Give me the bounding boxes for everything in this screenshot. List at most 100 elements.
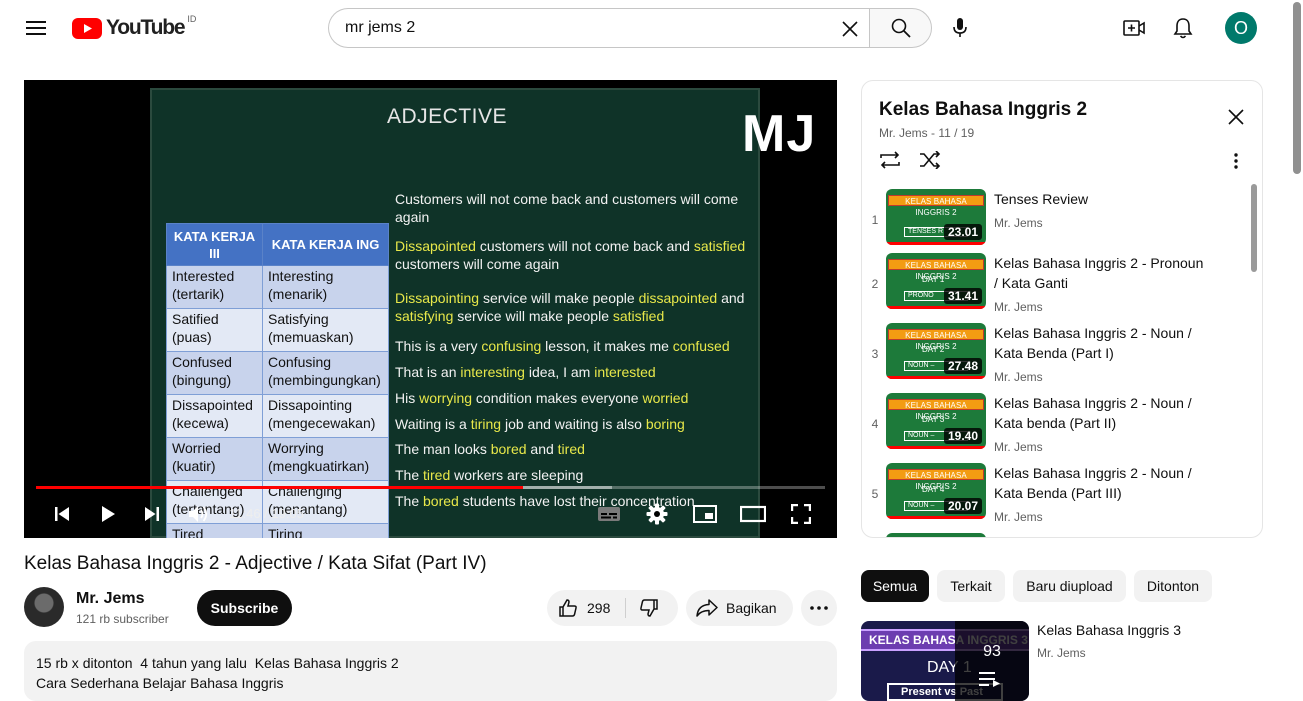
list-item[interactable]: 2 KELAS BAHASA INGGRIS 2 DAY 1 PRONO 31.41 Ke… (862, 253, 1247, 317)
cell-word: Interested (172, 268, 235, 284)
voice-search-icon[interactable] (944, 12, 976, 44)
thumb-day-text: DAY 4 (922, 485, 945, 494)
channel-name[interactable]: Mr. Jems (76, 590, 144, 608)
upload-age: 4 tahun yang lalu (140, 655, 247, 671)
top-header: YouTube ID O (0, 0, 1303, 56)
search-icon (891, 18, 911, 38)
playlist-item-channel[interactable]: Mr. Jems (994, 213, 1204, 233)
table-cell: Confused (bingung) (166, 351, 263, 395)
description-text: Cara Sederhana Belajar Bahasa Inggris (36, 675, 284, 691)
filter-chip[interactable]: Ditonton (1134, 570, 1212, 602)
loop-playlist-icon[interactable] (876, 147, 904, 173)
slide-sentence: This is a very confusing lesson, it make… (395, 338, 730, 354)
playlist-item-channel[interactable]: Mr. Jems (994, 507, 1204, 527)
cell-word: Satisfying (268, 311, 329, 327)
cell-word: Confusing (268, 354, 332, 370)
playlist-video-count: 93 (983, 643, 1001, 660)
playlist-scrollbar[interactable] (1251, 184, 1257, 272)
next-icon[interactable] (138, 500, 166, 528)
volume-icon[interactable] (184, 500, 214, 528)
share-icon (696, 597, 718, 619)
table-cell: Satisfying (memuaskan) (262, 308, 389, 352)
close-playlist-icon[interactable] (1224, 105, 1248, 129)
list-item[interactable]: 5 KELAS BAHASA INGGRIS 2 DAY 4 NOUN –20.07 K… (862, 463, 1247, 527)
menu-icon[interactable] (20, 12, 52, 44)
subscribe-button[interactable]: Subscribe (197, 590, 292, 626)
video-thumbnail[interactable]: KELAS BAHASA INGGRIS 2 DAY 1 PRONO 31.41 (886, 253, 986, 309)
like-count[interactable]: 298 (587, 600, 610, 616)
video-thumbnail[interactable]: KELAS BAHASA INGGRIS 2 DAY 3 NOUN –19.40 (886, 393, 986, 449)
video-thumbnail[interactable]: KELAS BAHASA INGGRIS 2 DAY 4 NOUN –20.07 (886, 463, 986, 519)
thumb-band-text: KELAS BAHASA INGGRIS 2 (888, 329, 984, 351)
cell-word: Dissapointing (268, 397, 353, 413)
slide-title: ADJECTIVE (386, 105, 508, 128)
table-cell: Dissapointed (kecewa) (166, 394, 263, 438)
filter-chip[interactable]: Terkait (937, 570, 1005, 602)
recommended-thumbnail[interactable]: KELAS BAHASA INGGRIS 3 DAY 1 Present vs … (861, 621, 1029, 701)
subtitles-icon[interactable] (594, 500, 624, 528)
playlist-item-text: Kelas Bahasa Inggris 2 - Noun / Kata Ben… (994, 323, 1204, 387)
cell-translation: (tertarik) (172, 286, 225, 302)
video-thumbnail[interactable]: KELAS BAHASA INGGRIS 2 TENSES R 23.01 (886, 189, 986, 245)
create-video-icon[interactable] (1118, 12, 1150, 44)
like-icon[interactable] (557, 597, 579, 619)
table-row: Satified (puas) Satisfying (memuaskan) (166, 308, 389, 352)
playlist-item-title[interactable]: Kelas Bahasa Inggris 2 - Noun / Kata ben… (994, 393, 1204, 433)
filter-chip[interactable]: Baru diupload (1013, 570, 1126, 602)
playlist-item-title[interactable]: Kelas Bahasa Inggris 2 - Noun / Kata Ben… (994, 463, 1204, 503)
slide-sentence: The tired workers are sleeping (395, 467, 584, 483)
previous-icon[interactable] (48, 500, 76, 528)
dislike-icon[interactable] (638, 597, 660, 619)
playlist-item-channel[interactable]: Mr. Jems (994, 367, 1204, 387)
video-player[interactable]: ADJECTIVE MJ KATA KERJA III KATA KERJA I… (24, 80, 837, 538)
search-input[interactable] (345, 19, 825, 37)
cell-translation: (menarik) (268, 286, 328, 302)
share-button[interactable]: Bagikan (686, 590, 793, 626)
miniplayer-icon[interactable] (690, 500, 720, 528)
slide-sentence: That is an interesting idea, I am intere… (395, 364, 656, 380)
playlist-item-channel[interactable]: Mr. Jems (994, 437, 1204, 457)
notifications-bell-icon[interactable] (1167, 12, 1199, 44)
playlist-overlay (955, 621, 1029, 701)
video-duration: 23.01 (943, 224, 982, 240)
playlist-more-icon[interactable] (1224, 149, 1248, 173)
playlist-item-channel[interactable]: Mr. Jems (994, 297, 1204, 317)
search-button[interactable] (869, 8, 932, 48)
playlist-link[interactable]: Kelas Bahasa Inggris 2 (255, 655, 399, 671)
thumb-day-text: DAY 2 (922, 345, 945, 354)
cell-translation: (membingungkan) (268, 372, 381, 388)
table-cell: Confusing (membingungkan) (262, 351, 389, 395)
clear-search-icon[interactable] (837, 16, 863, 42)
youtube-logo[interactable]: YouTube ID (72, 14, 196, 40)
channel-avatar[interactable] (24, 587, 64, 627)
list-item[interactable]: 4 KELAS BAHASA INGGRIS 2 DAY 3 NOUN –19.40 K… (862, 393, 1247, 457)
account-avatar[interactable]: O (1225, 12, 1257, 44)
playlist-item-text: Kelas Bahasa Inggris 2 - Noun / Kata ben… (994, 393, 1204, 457)
recommended-title[interactable]: Kelas Bahasa Inggris 3 (1037, 621, 1181, 639)
time-display: 11:46 / 19:05 (229, 506, 304, 521)
playlist-item-title[interactable]: Tenses Review (994, 189, 1204, 209)
list-item[interactable]: 3 KELAS BAHASA INGGRIS 2 DAY 2 NOUN –27.48 K… (862, 323, 1247, 387)
playlist-item-title[interactable]: Kelas Bahasa Inggris 2 - Pronoun / Kata … (994, 253, 1204, 293)
page-scrollbar[interactable] (1293, 2, 1301, 174)
filter-chip[interactable]: Semua (861, 570, 929, 602)
list-item[interactable] (862, 533, 1247, 537)
more-actions-button[interactable] (801, 590, 837, 626)
slide-sentence: His worrying condition makes everyone wo… (395, 390, 689, 406)
table-row: Dissapointed (kecewa) Dissapointing (mengec… (166, 394, 389, 438)
fullscreen-icon[interactable] (786, 500, 816, 528)
progress-bar[interactable] (36, 486, 825, 489)
description-box[interactable]: 15 rb x ditonton 4 tahun yang lalu Kelas… (24, 641, 837, 701)
thumb-band-text: KELAS BAHASA INGGRIS 2 (888, 399, 984, 421)
playlist-item-title[interactable]: Kelas Bahasa Inggris 2 - Noun / Kata Ben… (994, 323, 1204, 363)
playlist-title[interactable]: Kelas Bahasa Inggris 2 (879, 99, 1087, 121)
cell-translation: (memuaskan) (268, 329, 354, 345)
settings-gear-icon[interactable] (642, 500, 672, 528)
video-thumbnail[interactable]: KELAS BAHASA INGGRIS 2 DAY 2 NOUN –27.48 (886, 323, 986, 379)
list-item[interactable]: 1 KELAS BAHASA INGGRIS 2 TENSES R 23.01 Tens… (862, 189, 1247, 253)
theater-mode-icon[interactable] (738, 500, 768, 528)
shuffle-icon[interactable] (916, 147, 944, 173)
table-cell: Interesting (menarik) (262, 265, 389, 309)
play-icon[interactable] (94, 500, 122, 528)
recommended-channel[interactable]: Mr. Jems (1037, 646, 1086, 660)
